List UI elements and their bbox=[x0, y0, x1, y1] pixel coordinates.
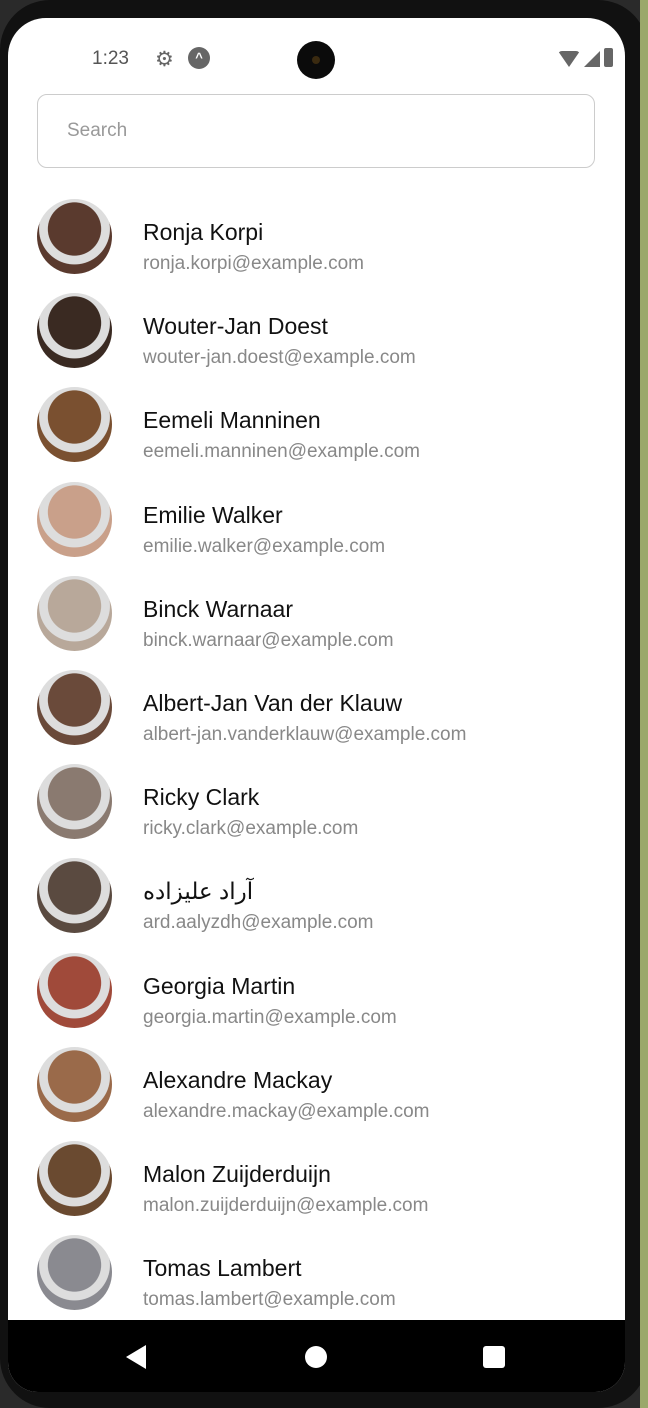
contact-row[interactable]: Binck Warnaar binck.warnaar@example.com bbox=[8, 575, 625, 669]
background bbox=[640, 0, 648, 1408]
search-input[interactable] bbox=[37, 94, 595, 168]
contact-name: Alexandre Mackay bbox=[143, 1066, 333, 1093]
status-bar: 1:23 ⚙ ^ bbox=[8, 18, 625, 88]
contact-row[interactable]: Wouter-Jan Doest wouter-jan.doest@exampl… bbox=[8, 292, 625, 386]
navigation-bar bbox=[8, 1320, 625, 1392]
avatar bbox=[37, 293, 112, 369]
recents-icon[interactable] bbox=[483, 1346, 505, 1368]
contact-email: wouter-jan.doest@example.com bbox=[143, 347, 416, 369]
avatar bbox=[37, 669, 112, 745]
signal-icon bbox=[584, 51, 600, 67]
avatar bbox=[37, 858, 112, 934]
contact-email: ard.aalyzdh@example.com bbox=[143, 912, 374, 934]
contact-name: Albert-Jan Van der Klauw bbox=[143, 689, 403, 716]
contact-name: Binck Warnaar bbox=[143, 595, 293, 622]
avatar bbox=[37, 764, 112, 840]
contact-row[interactable]: Tomas Lambert tomas.lambert@example.com bbox=[8, 1234, 625, 1328]
contact-name: Ricky Clark bbox=[143, 784, 260, 811]
contact-name: Wouter-Jan Doest bbox=[143, 313, 328, 340]
contact-row[interactable]: آراد علیزاده ard.aalyzdh@example.com bbox=[8, 857, 625, 951]
contact-row[interactable]: Malon Zuijderduijn malon.zuijderduijn@ex… bbox=[8, 1140, 625, 1234]
camera-cutout bbox=[297, 41, 335, 79]
avatar bbox=[37, 952, 112, 1028]
battery-icon bbox=[604, 48, 613, 67]
avatar bbox=[37, 481, 112, 557]
contact-email: ricky.clark@example.com bbox=[143, 818, 359, 840]
home-icon[interactable] bbox=[305, 1346, 327, 1368]
contact-email: binck.warnaar@example.com bbox=[143, 629, 394, 651]
contact-email: ronja.korpi@example.com bbox=[143, 253, 364, 274]
avatar bbox=[37, 1140, 112, 1216]
contact-email: albert-jan.vanderklauw@example.com bbox=[143, 723, 467, 745]
contact-row[interactable]: Ricky Clark ricky.clark@example.com bbox=[8, 763, 625, 857]
contact-email: georgia.martin@example.com bbox=[143, 1006, 397, 1028]
contact-name: Emilie Walker bbox=[143, 501, 283, 528]
contact-row[interactable]: Eemeli Manninen eemeli.manninen@example.… bbox=[8, 386, 625, 480]
screen: 1:23 ⚙ ^ Ronja Korpi ronja.korpi@example… bbox=[8, 18, 625, 1392]
avatar bbox=[37, 1046, 112, 1122]
avatar bbox=[37, 1235, 112, 1311]
wifi-icon bbox=[558, 51, 580, 67]
contact-row[interactable]: Ronja Korpi ronja.korpi@example.com bbox=[8, 198, 625, 292]
contact-email: eemeli.manninen@example.com bbox=[143, 441, 420, 463]
contact-name: Georgia Martin bbox=[143, 972, 296, 999]
contact-email: tomas.lambert@example.com bbox=[143, 1289, 396, 1311]
contact-name: Tomas Lambert bbox=[143, 1255, 302, 1282]
contact-list[interactable]: Ronja Korpi ronja.korpi@example.com Wout… bbox=[8, 198, 625, 1328]
contact-email: alexandre.mackay@example.com bbox=[143, 1100, 430, 1122]
contact-row[interactable]: Alexandre Mackay alexandre.mackay@exampl… bbox=[8, 1046, 625, 1140]
contact-name: Ronja Korpi bbox=[143, 219, 264, 245]
expo-icon: ^ bbox=[188, 47, 210, 69]
gear-icon: ⚙ bbox=[155, 48, 174, 71]
contact-row[interactable]: Georgia Martin georgia.martin@example.co… bbox=[8, 952, 625, 1046]
contact-row[interactable]: Albert-Jan Van der Klauw albert-jan.vand… bbox=[8, 669, 625, 763]
contact-name: Eemeli Manninen bbox=[143, 407, 321, 434]
contact-name: آراد علیزاده bbox=[143, 878, 254, 905]
status-time: 1:23 bbox=[92, 48, 129, 69]
avatar bbox=[37, 387, 112, 463]
contact-name: Malon Zuijderduijn bbox=[143, 1160, 331, 1187]
contact-email: emilie.walker@example.com bbox=[143, 535, 386, 557]
back-icon[interactable] bbox=[126, 1345, 146, 1369]
contact-row[interactable]: Emilie Walker emilie.walker@example.com bbox=[8, 481, 625, 575]
contact-email: malon.zuijderduijn@example.com bbox=[143, 1194, 429, 1216]
avatar bbox=[37, 199, 112, 274]
avatar bbox=[37, 575, 112, 651]
